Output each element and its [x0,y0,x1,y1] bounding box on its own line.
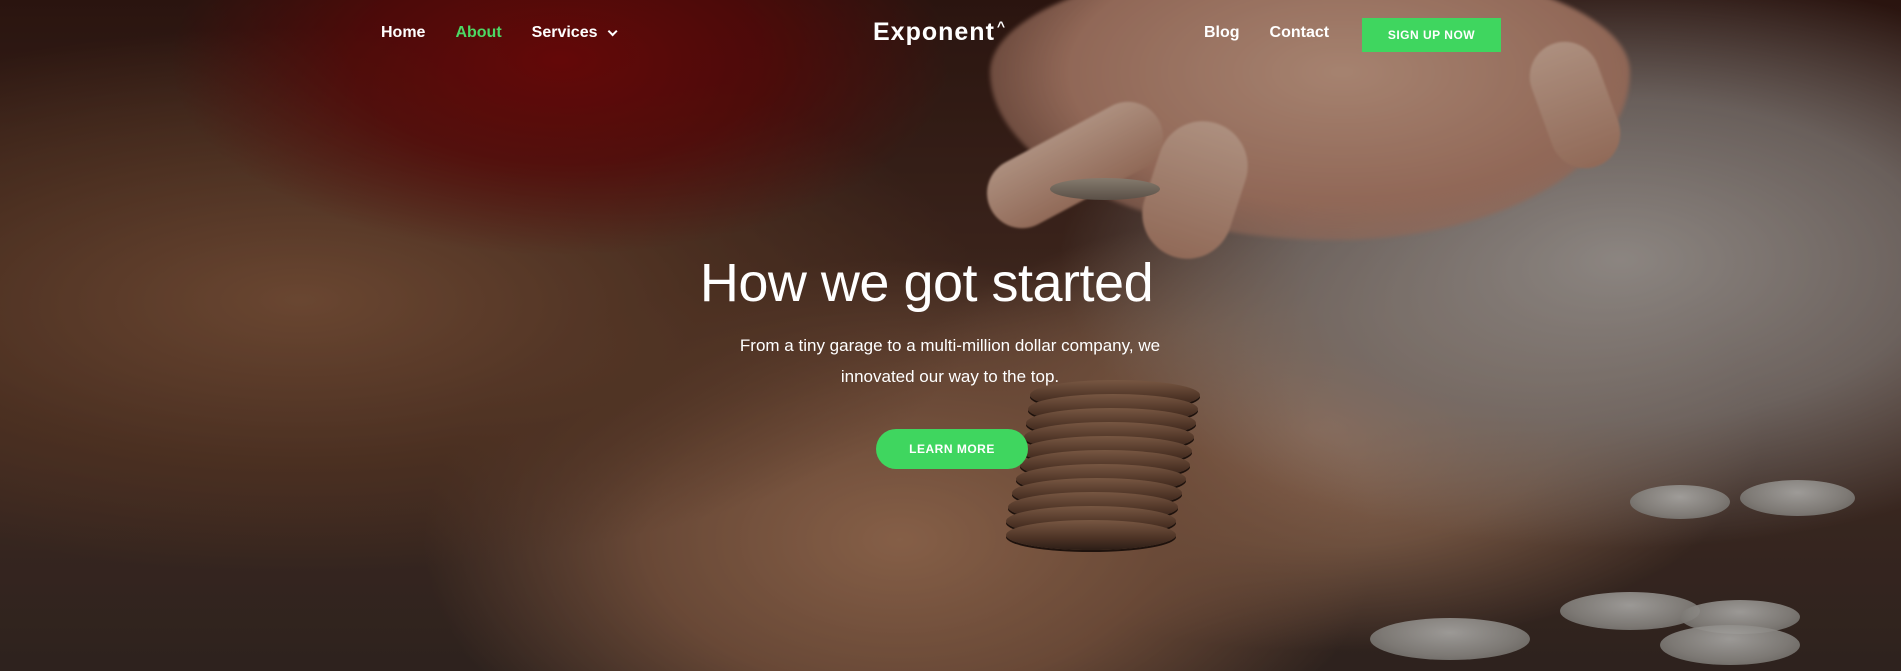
brand-logo[interactable]: Exponent ^ [873,18,1006,47]
nav-link-about[interactable]: About [455,24,501,42]
learn-more-button[interactable]: LEARN MORE [876,429,1028,469]
hero-content: How we got started From a tiny garage to… [0,252,1901,392]
hero-subtitle: From a tiny garage to a multi-million do… [739,336,1161,386]
caret-icon: ^ [996,18,1007,34]
hero-title: How we got started [699,253,1154,313]
sign-up-button[interactable]: SIGN UP NOW [1362,18,1501,52]
nav-link-services[interactable]: Services [531,24,618,42]
nav-left-links: Home About Services [381,24,618,42]
nav-link-blog[interactable]: Blog [1204,24,1240,42]
chevron-down-icon [607,25,618,36]
nav-link-contact[interactable]: Contact [1270,24,1330,42]
nav-link-home[interactable]: Home [381,24,425,42]
hero-section: Home About Services Exponent ^ Blog Conta… [0,0,1901,671]
nav-link-services-label: Services [531,24,598,41]
top-navigation: Home About Services Exponent ^ Blog Conta… [0,0,1901,70]
brand-logo-text: Exponent [873,18,995,46]
nav-right-links: Blog Contact [1204,24,1329,42]
